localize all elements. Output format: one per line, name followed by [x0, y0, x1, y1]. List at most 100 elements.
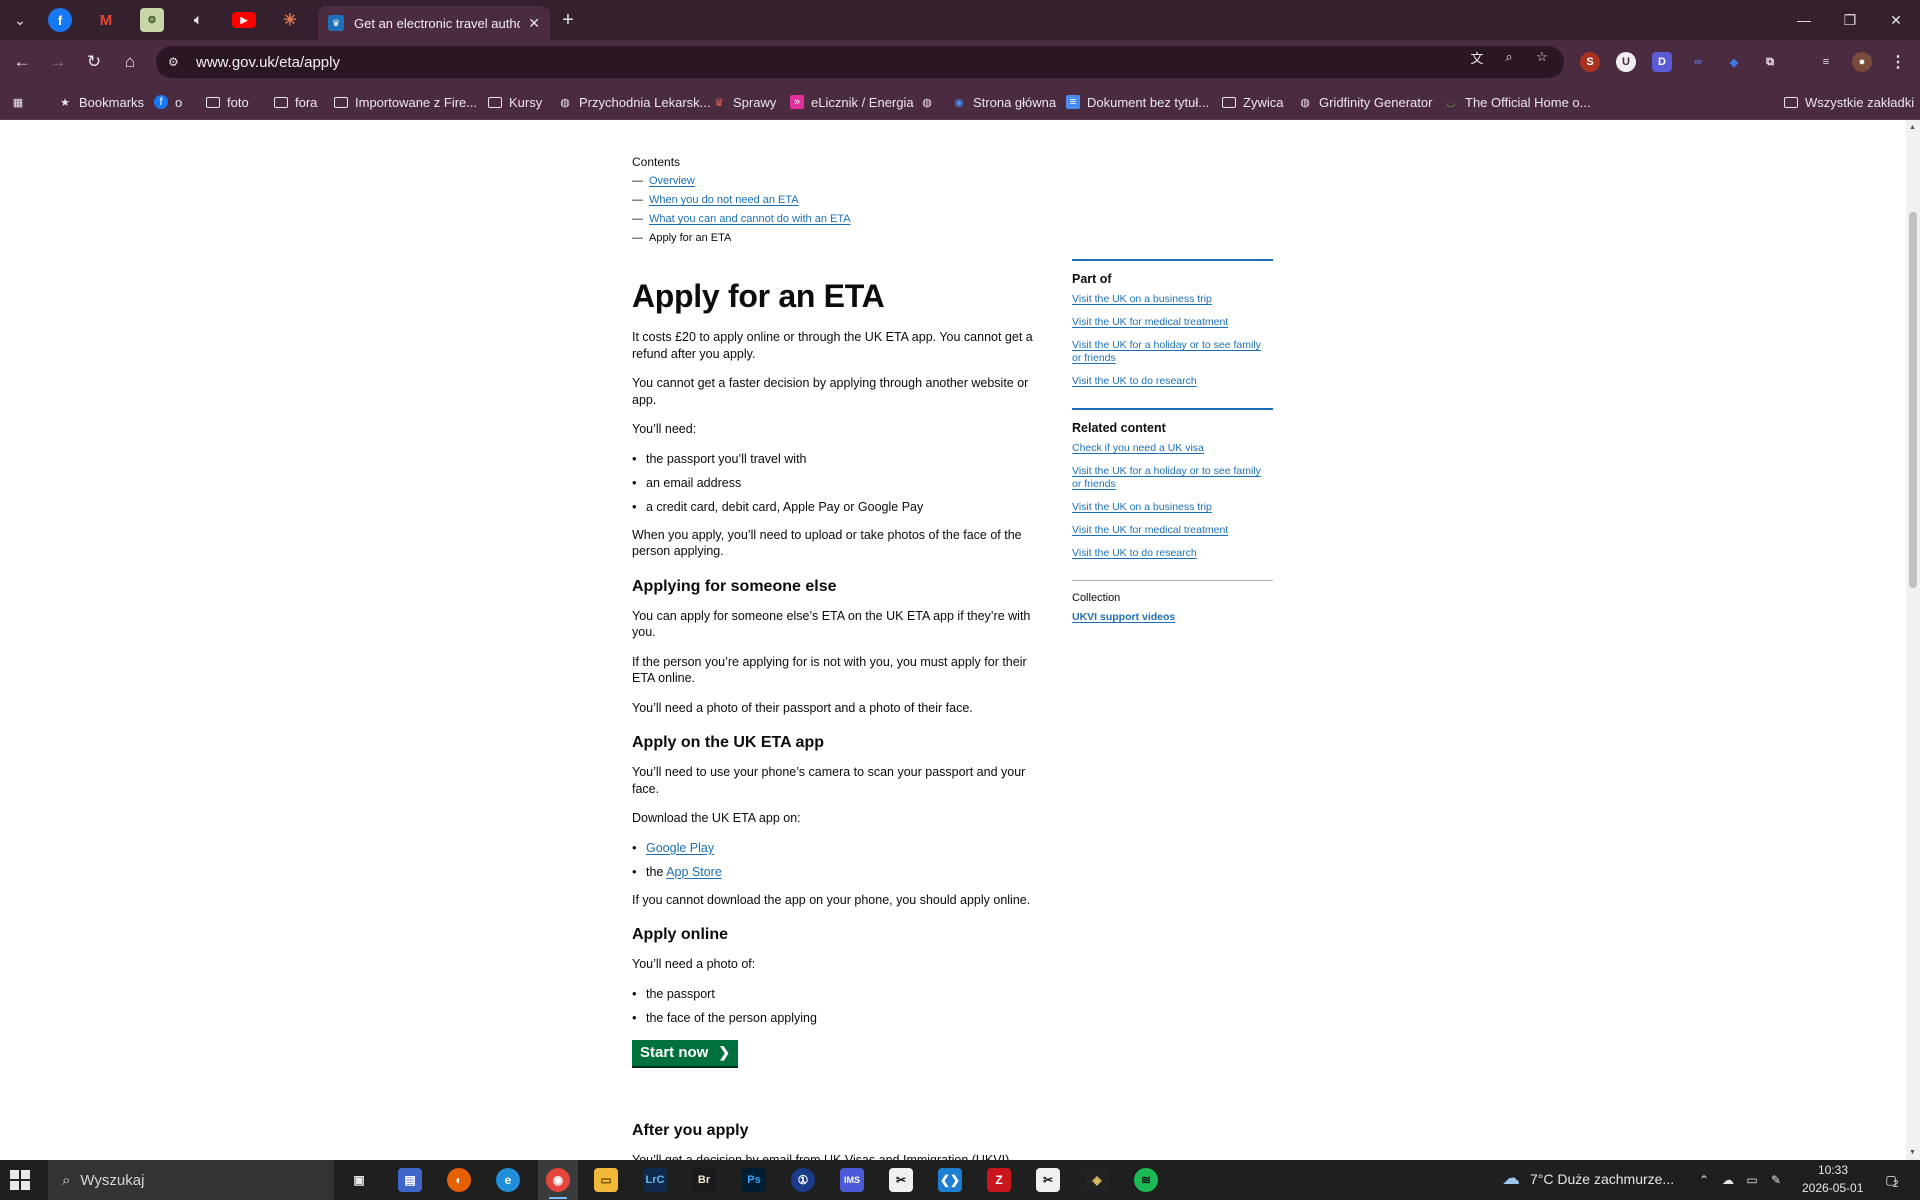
back-button[interactable]: ←: [8, 48, 36, 76]
bookmark-item[interactable]: ◡ The Official Home o...: [1444, 92, 1590, 112]
bookmark-item[interactable]: ♛ Sprawy: [712, 92, 776, 112]
extension-icon[interactable]: U: [1616, 52, 1636, 72]
bookmark-item[interactable]: ≡ Dokument bez tytuł...: [1066, 92, 1209, 112]
collection-link-ukvi-videos[interactable]: UKVI support videos: [1072, 611, 1175, 623]
photoshop-icon[interactable]: Ps: [742, 1168, 766, 1192]
bookmark-item[interactable]: ◍ Gridfinity Generator: [1298, 92, 1432, 112]
weather-cloud-icon[interactable]: ☁: [1502, 1168, 1520, 1188]
site-info-icon[interactable]: ⚙: [168, 55, 184, 69]
part-of-link-medical-treatment[interactable]: Visit the UK for medical treatment: [1072, 316, 1228, 328]
app-store-link[interactable]: App Store: [666, 865, 722, 879]
home-button[interactable]: ⌂: [116, 48, 144, 76]
globe-bookmark-icon[interactable]: ◍: [920, 92, 941, 112]
bookmark-folder[interactable]: Kursy: [488, 92, 542, 112]
davinci-resolve-icon[interactable]: ◈: [1085, 1168, 1109, 1192]
paragraph: When you apply, you’ll need to upload or…: [632, 527, 1022, 559]
claude-pinned-tab-icon[interactable]: ✳: [278, 8, 302, 32]
part-of-link-holiday[interactable]: Visit the UK for a holiday or to see fam…: [1072, 339, 1261, 364]
bridge-icon[interactable]: Br: [692, 1168, 716, 1192]
youtube-pinned-tab-icon[interactable]: ▶: [232, 12, 256, 28]
profile-avatar[interactable]: ●: [1852, 52, 1872, 72]
bookmark-item[interactable]: » eLicznik / Energia: [790, 92, 914, 112]
file-explorer-icon[interactable]: ▭: [594, 1168, 618, 1192]
bookmark-folder[interactable]: Importowane z Fire...: [334, 92, 477, 112]
bookmark-item[interactable]: ◍ Przychodnia Lekarsk...: [558, 92, 710, 112]
ims-app-icon[interactable]: IMS: [840, 1168, 864, 1192]
clock-date[interactable]: 2026-05-01: [1802, 1181, 1863, 1195]
bookmark-folder[interactable]: fora: [274, 92, 317, 112]
apps-grid-icon[interactable]: ▦: [11, 92, 32, 112]
scroll-down-icon[interactable]: ▼: [1909, 1149, 1916, 1156]
reload-button[interactable]: ↻: [80, 48, 108, 76]
clock-time[interactable]: 10:33: [1818, 1163, 1848, 1177]
extension-icon[interactable]: D: [1652, 52, 1672, 72]
related-link-business-trip[interactable]: Visit the UK on a business trip: [1072, 501, 1212, 513]
new-tab-button[interactable]: +: [554, 6, 582, 34]
extension-icon[interactable]: S: [1580, 52, 1600, 72]
bookmark-folder[interactable]: Zywica: [1222, 92, 1283, 112]
related-link-medical-treatment[interactable]: Visit the UK for medical treatment: [1072, 524, 1228, 536]
page-scrollbar[interactable]: ▲ ▼: [1906, 120, 1920, 1160]
task-view-icon[interactable]: ▣: [347, 1168, 371, 1192]
part-of-link-research[interactable]: Visit the UK to do research: [1072, 375, 1197, 387]
facebook-pinned-tab-icon[interactable]: f: [48, 8, 72, 32]
part-of-link-business-trip[interactable]: Visit the UK on a business trip: [1072, 293, 1212, 305]
audio-pinned-tab-icon[interactable]: 🔈︎: [186, 8, 210, 32]
google-play-link[interactable]: Google Play: [646, 841, 714, 855]
extension-icon[interactable]: ◆: [1724, 52, 1744, 72]
contents-link-when-not-needed[interactable]: When you do not need an ETA: [649, 194, 799, 206]
restore-window-button[interactable]: ❐: [1827, 0, 1873, 40]
chrome-icon[interactable]: ◉: [546, 1168, 570, 1192]
windows-start-icon[interactable]: [10, 1170, 30, 1190]
password-manager-icon[interactable]: ①: [791, 1168, 815, 1192]
zoom-icon[interactable]: ⌕: [1500, 48, 1518, 66]
all-bookmarks-folder[interactable]: Wszystkie zakładki: [1784, 92, 1914, 112]
lightroom-classic-icon[interactable]: LrC: [643, 1168, 667, 1192]
extension-icon[interactable]: ∞: [1688, 52, 1708, 72]
translate-icon[interactable]: 文: [1468, 48, 1486, 66]
pinned-tab-icon[interactable]: ⚙: [140, 8, 164, 32]
contents-link-what-you-can-do[interactable]: What you can and cannot do with an ETA: [649, 213, 851, 225]
network-icon[interactable]: ▭: [1744, 1172, 1760, 1188]
save-app-icon[interactable]: ▤: [398, 1168, 422, 1192]
weather-text[interactable]: 7°C Duże zachmurze...: [1530, 1171, 1674, 1187]
close-tab-icon[interactable]: ✕: [528, 15, 540, 32]
firefox-icon[interactable]: ◐: [447, 1168, 471, 1192]
scrollbar-thumb[interactable]: [1909, 212, 1917, 588]
capcut-icon[interactable]: ✂: [889, 1168, 913, 1192]
app-store-list: Google Play the App Store: [632, 840, 1052, 880]
start-now-button[interactable]: Start now ❯: [632, 1039, 739, 1066]
contents-link-overview[interactable]: Overview: [649, 175, 695, 187]
spotify-icon[interactable]: ≋: [1134, 1168, 1158, 1192]
tray-overflow-chevron-icon[interactable]: ⌃: [1696, 1172, 1712, 1188]
bookmark-folder[interactable]: foto: [206, 92, 249, 112]
browser-menu-icon[interactable]: ⋮: [1888, 52, 1908, 72]
extensions-puzzle-icon[interactable]: ⧉: [1760, 52, 1780, 72]
taskbar-search[interactable]: ⌕ Wyszukaj: [48, 1160, 334, 1200]
filezilla-icon[interactable]: Z: [987, 1168, 1011, 1192]
bookmark-star-icon[interactable]: ☆: [1533, 48, 1551, 66]
bookmark-item[interactable]: ★ Bookmarks: [58, 92, 144, 112]
paragraph: Download the UK ETA app on:: [632, 811, 801, 825]
gmail-pinned-tab-icon[interactable]: M: [94, 8, 118, 32]
active-tab[interactable]: ♛ Get an electronic travel authori ✕: [318, 6, 550, 40]
capcut-icon[interactable]: ✂: [1036, 1168, 1060, 1192]
bookmark-item[interactable]: ◉ Strona główna: [952, 92, 1056, 112]
list-item: the face of the person applying: [632, 1010, 1052, 1026]
related-link-holiday[interactable]: Visit the UK for a holiday or to see fam…: [1072, 465, 1261, 490]
scroll-up-icon[interactable]: ▲: [1909, 124, 1916, 131]
media-controls-icon[interactable]: ≡: [1816, 52, 1836, 72]
related-link-check-visa[interactable]: Check if you need a UK visa: [1072, 442, 1204, 454]
close-window-button[interactable]: ✕: [1873, 0, 1919, 40]
vscode-icon[interactable]: ❮❯: [938, 1168, 962, 1192]
bookmark-item[interactable]: fo: [154, 92, 182, 112]
onedrive-cloud-icon[interactable]: ☁: [1720, 1172, 1736, 1188]
pen-icon[interactable]: ✎: [1768, 1172, 1784, 1188]
paragraph: You’ll need a photo of their passport an…: [632, 700, 973, 715]
tab-search-chevron-icon[interactable]: ⌄: [6, 6, 34, 34]
edge-icon[interactable]: e: [496, 1168, 520, 1192]
related-link-research[interactable]: Visit the UK to do research: [1072, 547, 1197, 559]
address-bar[interactable]: ⚙ www.gov.uk/eta/apply: [156, 46, 1564, 78]
forward-button[interactable]: →: [44, 48, 72, 76]
minimize-window-button[interactable]: —: [1781, 0, 1827, 40]
